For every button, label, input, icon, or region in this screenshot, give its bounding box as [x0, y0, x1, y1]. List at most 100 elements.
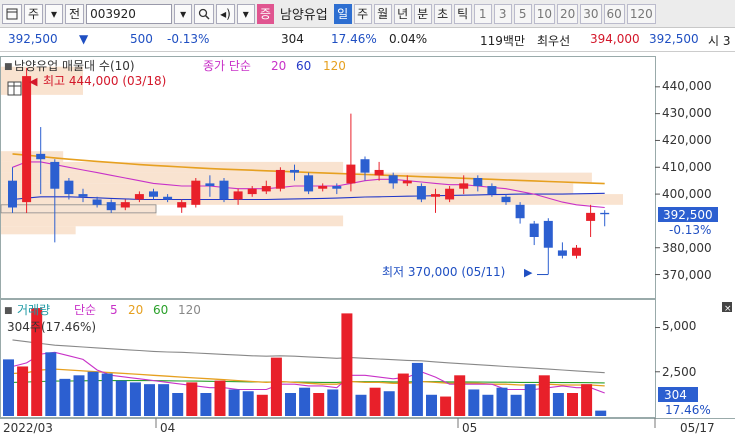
volume-bar — [45, 352, 57, 416]
volume-bar — [3, 359, 14, 416]
volume-bar — [595, 410, 607, 416]
period-tick[interactable]: 틱 — [453, 3, 472, 24]
volume-ma20: 20 — [128, 303, 143, 317]
candle-body — [360, 159, 370, 173]
candle-body — [106, 202, 116, 211]
volume-bar — [468, 389, 480, 416]
high-annotation: 최고 444,000 (03/18) — [43, 74, 166, 88]
speaker-icon[interactable]: ◂) — [216, 3, 235, 24]
current-price: 392,500 — [8, 32, 58, 46]
axis-current-volume: 304 — [664, 388, 687, 402]
stock-chart[interactable]: ■ 남양유업 매물대 수(10) 종가 단순 20 60 120 ◀ 최고 44… — [0, 52, 735, 437]
interval-120[interactable]: 120 — [626, 3, 656, 24]
interval-3[interactable]: 3 — [493, 3, 512, 24]
period-month[interactable]: 월 — [373, 3, 392, 24]
speaker-dropdown-icon[interactable]: ▾ — [236, 3, 255, 24]
volume-bar — [285, 393, 296, 416]
volume-ma60-line — [12, 380, 605, 384]
volume-profile-band — [1, 226, 76, 235]
volume-bar — [369, 387, 381, 416]
down-arrow-icon: ▼ — [79, 32, 89, 46]
volume-bar — [510, 394, 522, 416]
volume-bar — [440, 396, 452, 416]
mode-button[interactable]: 전 — [65, 3, 85, 24]
volume-bar — [115, 380, 127, 416]
window-icon[interactable] — [2, 3, 22, 24]
volume-bar — [397, 373, 409, 416]
volume-bar — [101, 373, 113, 416]
candle-body — [64, 180, 74, 195]
candle-body — [543, 220, 553, 248]
volume-bar — [482, 394, 494, 416]
volume-bar — [299, 387, 311, 416]
type-select[interactable]: 주 — [24, 3, 44, 24]
type-dropdown-icon[interactable]: ▾ — [45, 3, 64, 24]
interval-30[interactable]: 30 — [580, 3, 602, 24]
candle-body — [261, 186, 271, 192]
volume-bar — [186, 382, 198, 416]
interval-20[interactable]: 20 — [556, 3, 579, 24]
trade-amount: 119백만 — [480, 34, 525, 48]
volume-bar — [270, 357, 282, 416]
axis-current-volume-pct: 17.46% — [665, 403, 711, 417]
candle-body — [557, 250, 567, 256]
volume-bar — [552, 393, 564, 416]
volume-profile-band — [1, 172, 592, 184]
volume-bar — [524, 384, 536, 416]
volume-bar — [567, 393, 578, 416]
price-tick-370000: 370,000 — [662, 268, 712, 282]
volume-bar — [355, 394, 367, 416]
volume-bar — [581, 384, 593, 416]
price-change: 500 — [130, 32, 153, 46]
candle-body — [219, 180, 229, 200]
candle-body — [149, 191, 158, 197]
volume-bar — [313, 393, 325, 416]
candle-body — [473, 178, 483, 187]
volume-bar — [172, 393, 184, 416]
candle-body — [304, 175, 314, 192]
period-second[interactable]: 초 — [433, 3, 452, 24]
candle-body — [487, 186, 497, 195]
period-minute[interactable]: 분 — [413, 3, 432, 24]
period-day[interactable]: 일 — [333, 3, 352, 24]
interval-1[interactable]: 1 — [473, 3, 492, 24]
volume-bar — [256, 394, 268, 416]
period-year[interactable]: 년 — [393, 3, 412, 24]
candle-body — [600, 212, 610, 215]
code-dropdown-icon[interactable]: ▾ — [174, 3, 193, 24]
candle-body — [332, 186, 342, 189]
code-input[interactable]: 003920 — [86, 3, 173, 24]
x-label-05-17: 05/17 — [680, 421, 715, 435]
low-annotation: 최저 370,000 (05/11) — [382, 265, 505, 279]
volume-legend-marker: ■ — [4, 306, 13, 316]
price-ma60: 60 — [296, 59, 311, 73]
period-week[interactable]: 주 — [353, 3, 372, 24]
best-ask: 394,000 — [590, 32, 640, 46]
price-ma-label: 종가 단순 — [203, 59, 251, 73]
interval-10[interactable]: 10 — [533, 3, 555, 24]
volume-bar — [341, 313, 353, 416]
volume-profile-band — [1, 215, 344, 227]
volume-ratio: 17.46% — [331, 32, 377, 46]
interval-60[interactable]: 60 — [603, 3, 625, 24]
quote-info-bar: 392,500 ▼ 500 -0.13% 304 17.46% 0.04% 11… — [0, 29, 735, 52]
candle-body — [445, 188, 455, 200]
high-arrow-icon: ◀ — [29, 75, 38, 88]
stock-name: 남양유업 — [279, 8, 328, 23]
volume-bar — [242, 391, 254, 416]
candle-body — [50, 161, 60, 189]
x-label-2022-03: 2022/03 — [3, 421, 53, 435]
volume-bar — [59, 378, 71, 416]
candle-body — [78, 194, 88, 197]
volume-bar — [144, 384, 155, 416]
volume-bar — [538, 375, 550, 416]
candle-body — [459, 183, 469, 189]
volume-bar — [200, 393, 212, 416]
candle-body — [529, 223, 539, 237]
interval-5[interactable]: 5 — [513, 3, 532, 24]
candle-body — [177, 202, 187, 208]
search-icon[interactable] — [194, 3, 215, 24]
price-ma120: 120 — [323, 59, 346, 73]
volume-profile-band — [1, 151, 64, 162]
price-change-pct: -0.13% — [167, 32, 210, 46]
